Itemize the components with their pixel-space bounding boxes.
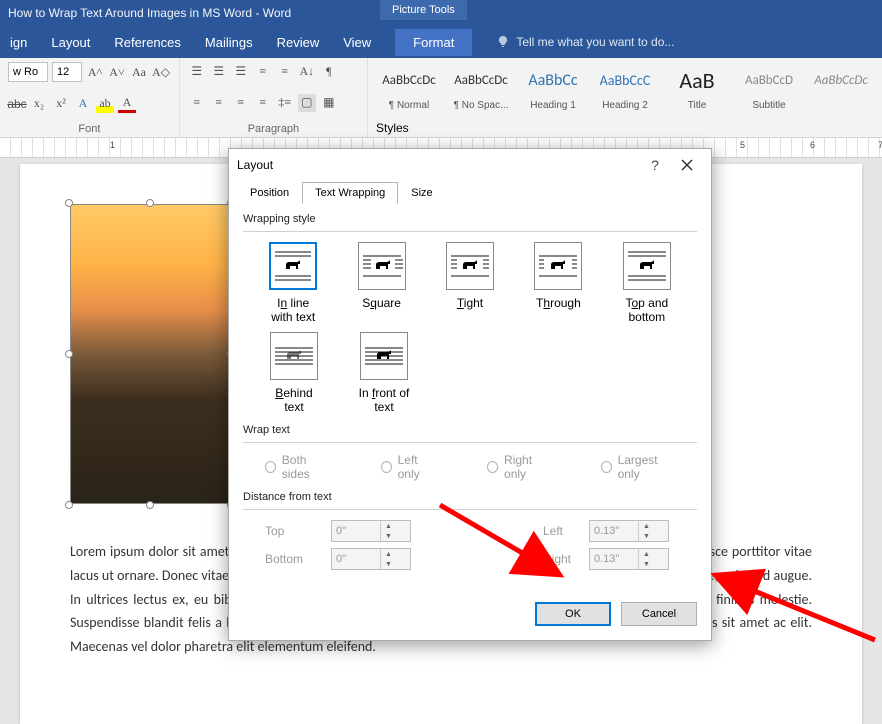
- radio-largest-only: Largest only: [601, 453, 675, 481]
- ribbon-group-label: Font: [8, 121, 171, 135]
- dist-bottom-label: Bottom: [265, 552, 325, 566]
- ribbon-group-label: Styles: [376, 121, 874, 135]
- line-spacing-icon[interactable]: ‡≡: [276, 94, 294, 112]
- sort-icon[interactable]: A↓: [298, 62, 316, 80]
- decrease-indent-icon[interactable]: ≡: [254, 62, 272, 80]
- cancel-button[interactable]: Cancel: [621, 602, 697, 626]
- align-left-icon[interactable]: ≡: [188, 94, 206, 112]
- borders-icon[interactable]: ▦: [320, 94, 338, 112]
- wrap-square[interactable]: Square: [353, 242, 409, 324]
- tab-references[interactable]: References: [114, 29, 180, 56]
- dialog-body: Wrapping style In line with text Square …: [229, 203, 711, 588]
- wrap-tight[interactable]: Tight: [442, 242, 498, 324]
- text-effects-icon[interactable]: A: [74, 95, 92, 113]
- dist-top-label: Top: [265, 524, 325, 538]
- resize-handle[interactable]: [146, 199, 154, 207]
- strikethrough-icon[interactable]: abc: [8, 95, 26, 113]
- change-case-icon[interactable]: Aa: [130, 63, 148, 81]
- help-button[interactable]: ?: [639, 149, 671, 181]
- tell-me-search[interactable]: Tell me what you want to do...: [496, 35, 674, 49]
- style-subtitle[interactable]: AaBbCcDSubtitle: [736, 62, 802, 111]
- dist-right-label: Right: [543, 552, 583, 566]
- multilevel-icon[interactable]: ☰: [232, 62, 250, 80]
- resize-handle[interactable]: [65, 199, 73, 207]
- ok-button[interactable]: OK: [535, 602, 611, 626]
- style-subtletext[interactable]: AaBbCcDc: [808, 62, 874, 111]
- layout-dialog: Layout ? Position Text Wrapping Size Wra…: [228, 148, 712, 641]
- style-heading2[interactable]: AaBbCcCHeading 2: [592, 62, 658, 111]
- font-color-icon[interactable]: A: [118, 95, 136, 113]
- radio-left-only: Left only: [381, 453, 437, 481]
- wrap-topbottom[interactable]: Top and bottom: [619, 242, 675, 324]
- style-normal[interactable]: AaBbCcDc¶ Normal: [376, 62, 442, 111]
- ribbon: w Ro 12 A^ A˅ Aa A◇ abc x₂ x² A ab A Fon…: [0, 58, 882, 138]
- resize-handle[interactable]: [65, 501, 73, 509]
- selected-image[interactable]: [70, 204, 230, 504]
- wrap-front[interactable]: In front of text: [355, 332, 413, 414]
- tab-design[interactable]: ign: [10, 29, 27, 56]
- dist-bottom-spinner: ▲▼: [331, 548, 411, 570]
- wrap-text-radios: Both sides Left only Right only Largest …: [265, 453, 675, 481]
- close-icon: [681, 159, 693, 171]
- radio-right-only: Right only: [487, 453, 551, 481]
- grow-font-icon[interactable]: A^: [86, 63, 104, 81]
- wrap-text-label: Wrap text: [243, 424, 697, 436]
- font-size-combo[interactable]: 12: [52, 62, 82, 82]
- ribbon-group-font: w Ro 12 A^ A˅ Aa A◇ abc x₂ x² A ab A Fon…: [0, 58, 180, 137]
- dialog-titlebar[interactable]: Layout ?: [229, 149, 711, 181]
- tab-format[interactable]: Format: [395, 29, 472, 56]
- tab-view[interactable]: View: [343, 29, 371, 56]
- shrink-font-icon[interactable]: A˅: [108, 63, 126, 81]
- window-title: How to Wrap Text Around Images in MS Wor…: [8, 6, 291, 20]
- font-family-combo[interactable]: w Ro: [8, 62, 48, 82]
- show-marks-icon[interactable]: ¶: [320, 62, 338, 80]
- dialog-tabs: Position Text Wrapping Size: [229, 181, 711, 203]
- resize-handle[interactable]: [65, 350, 73, 358]
- context-tab-picture-tools: Picture Tools: [380, 0, 467, 20]
- wrapping-style-label: Wrapping style: [243, 213, 697, 225]
- tab-mailings[interactable]: Mailings: [205, 29, 253, 56]
- distance-label: Distance from text: [243, 491, 697, 503]
- lightbulb-icon: [496, 35, 510, 49]
- bullets-icon[interactable]: ☰: [188, 62, 206, 80]
- radio-both-sides: Both sides: [265, 453, 331, 481]
- ribbon-group-label: Paragraph: [188, 121, 359, 135]
- highlight-icon[interactable]: ab: [96, 95, 114, 113]
- dist-top-spinner: ▲▼: [331, 520, 411, 542]
- dist-left-label: Left: [543, 524, 583, 538]
- tab-size[interactable]: Size: [398, 182, 445, 204]
- tab-layout[interactable]: Layout: [51, 29, 90, 56]
- shading-icon[interactable]: ▢: [298, 94, 316, 112]
- wrap-behind[interactable]: Behind text: [265, 332, 323, 414]
- superscript-icon[interactable]: x²: [52, 95, 70, 113]
- wrap-inline[interactable]: In line with text: [265, 242, 321, 324]
- sunset-photo: [70, 204, 230, 504]
- tab-position[interactable]: Position: [237, 182, 302, 204]
- dist-right-spinner: ▲▼: [589, 548, 669, 570]
- distance-grid: Top ▲▼ Left ▲▼ Bottom ▲▼ Right ▲▼: [265, 520, 675, 570]
- justify-icon[interactable]: ≡: [254, 94, 272, 112]
- wrapping-style-row2: Behind text In front of text: [265, 332, 675, 414]
- close-button[interactable]: [671, 149, 703, 181]
- dialog-button-row: OK Cancel: [229, 588, 711, 640]
- clear-formatting-icon[interactable]: A◇: [152, 63, 170, 81]
- ribbon-group-paragraph: ☰ ☰ ☰ ≡ ≡ A↓ ¶ ≡ ≡ ≡ ≡ ‡≡ ▢ ▦ Paragraph: [180, 58, 368, 137]
- dist-left-spinner: ▲▼: [589, 520, 669, 542]
- resize-handle[interactable]: [146, 501, 154, 509]
- style-title[interactable]: AaBTitle: [664, 62, 730, 111]
- subscript-icon[interactable]: x₂: [30, 95, 48, 113]
- style-nospac[interactable]: AaBbCcDc¶ No Spac...: [448, 62, 514, 111]
- tab-review[interactable]: Review: [277, 29, 320, 56]
- ribbon-tabs: ign Layout References Mailings Review Vi…: [0, 26, 882, 58]
- numbering-icon[interactable]: ☰: [210, 62, 228, 80]
- style-heading1[interactable]: AaBbCcHeading 1: [520, 62, 586, 111]
- wrap-through[interactable]: Through: [530, 242, 586, 324]
- wrapping-style-row1: In line with text Square Tight Through T…: [265, 242, 675, 324]
- align-right-icon[interactable]: ≡: [232, 94, 250, 112]
- ribbon-group-styles: AaBbCcDc¶ Normal AaBbCcDc¶ No Spac... Aa…: [368, 58, 882, 137]
- dialog-title: Layout: [237, 158, 639, 172]
- increase-indent-icon[interactable]: ≡: [276, 62, 294, 80]
- tab-text-wrapping[interactable]: Text Wrapping: [302, 182, 398, 204]
- align-center-icon[interactable]: ≡: [210, 94, 228, 112]
